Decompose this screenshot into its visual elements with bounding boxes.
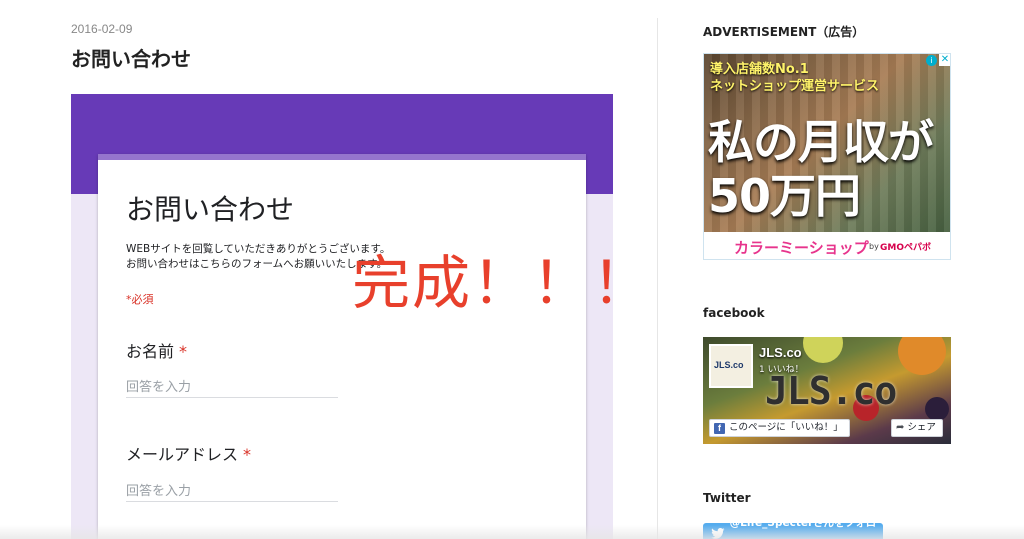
ad-by: by <box>869 242 879 251</box>
like-button-label: このページに「いいね！」 <box>729 422 843 433</box>
email-input[interactable] <box>126 482 338 502</box>
fruit-decoration <box>803 337 843 363</box>
page-thumbnail[interactable]: JLS.co <box>709 344 753 388</box>
ad-shop-name: カラーミーショップ <box>734 239 869 257</box>
question-label-name: お名前 * <box>126 338 187 362</box>
facebook-icon: f <box>714 422 725 434</box>
form-title: お問い合わせ <box>126 193 295 226</box>
post-date: 2016-02-09 <box>71 22 133 36</box>
facebook-page-plugin[interactable]: JLS.co JLS.co 1 いいね！ JLS.co f このページに「いいね… <box>703 337 951 444</box>
twitter-heading: Twitter <box>703 491 751 505</box>
ad-close-icon[interactable]: ✕ <box>939 54 950 66</box>
thumbnail-text: JLS.co <box>714 360 744 370</box>
ad-footer: カラーミーショップ by GMOペパボ <box>704 232 950 259</box>
share-button-label: シェア <box>907 422 936 433</box>
name-input[interactable] <box>126 378 338 398</box>
facebook-heading: facebook <box>703 306 765 320</box>
overlay-annotation: 完成！！！ <box>352 249 653 317</box>
share-icon: ➦ <box>896 422 905 433</box>
advertisement-banner[interactable]: 導入店舗数No.1 ネットショップ運営サービス 私の月収が 50万円に!? i … <box>703 53 951 260</box>
facebook-share-button[interactable]: ➦ シェア <box>891 419 943 437</box>
twitter-bird-icon <box>711 527 725 539</box>
form-description: WEBサイトを回覧していただきありがとうございます。 お問い合わせはこちらのフォ… <box>126 242 390 272</box>
required-note: *必須 <box>126 293 154 306</box>
sidebar-divider <box>657 18 658 539</box>
ad-heading: ADVERTISEMENT（広告） <box>703 25 865 39</box>
question-label-text: メールアドレス <box>126 445 239 464</box>
ad-company: GMOペパボ <box>880 243 931 253</box>
required-star: * <box>243 445 252 464</box>
question-label-email: メールアドレス * <box>126 441 251 465</box>
required-star: * <box>179 342 188 361</box>
form-description-line: お問い合わせはこちらのフォームへお願いいたします。 <box>126 258 388 270</box>
form-description-line: WEBサイトを回覧していただきありがとうございます。 <box>126 243 391 255</box>
cover-logo: JLS.co <box>765 369 897 413</box>
form-card: お問い合わせ WEBサイトを回覧していただきありがとうございます。 お問い合わせ… <box>98 154 586 539</box>
ad-tagline-2: ネットショップ運営サービス <box>710 79 880 94</box>
twitter-follow-label: @Life_Specterさんをフォロー <box>729 517 877 539</box>
fruit-decoration <box>925 397 949 421</box>
ad-info-icon[interactable]: i <box>926 55 937 66</box>
facebook-page-name[interactable]: JLS.co <box>759 345 802 360</box>
question-label-text: お名前 <box>126 342 175 361</box>
twitter-follow-button[interactable]: @Life_Specterさんをフォロー <box>703 517 883 539</box>
post-title: お問い合わせ <box>71 47 191 71</box>
facebook-like-button[interactable]: f このページに「いいね！」 <box>709 419 850 437</box>
fruit-decoration <box>898 337 946 375</box>
